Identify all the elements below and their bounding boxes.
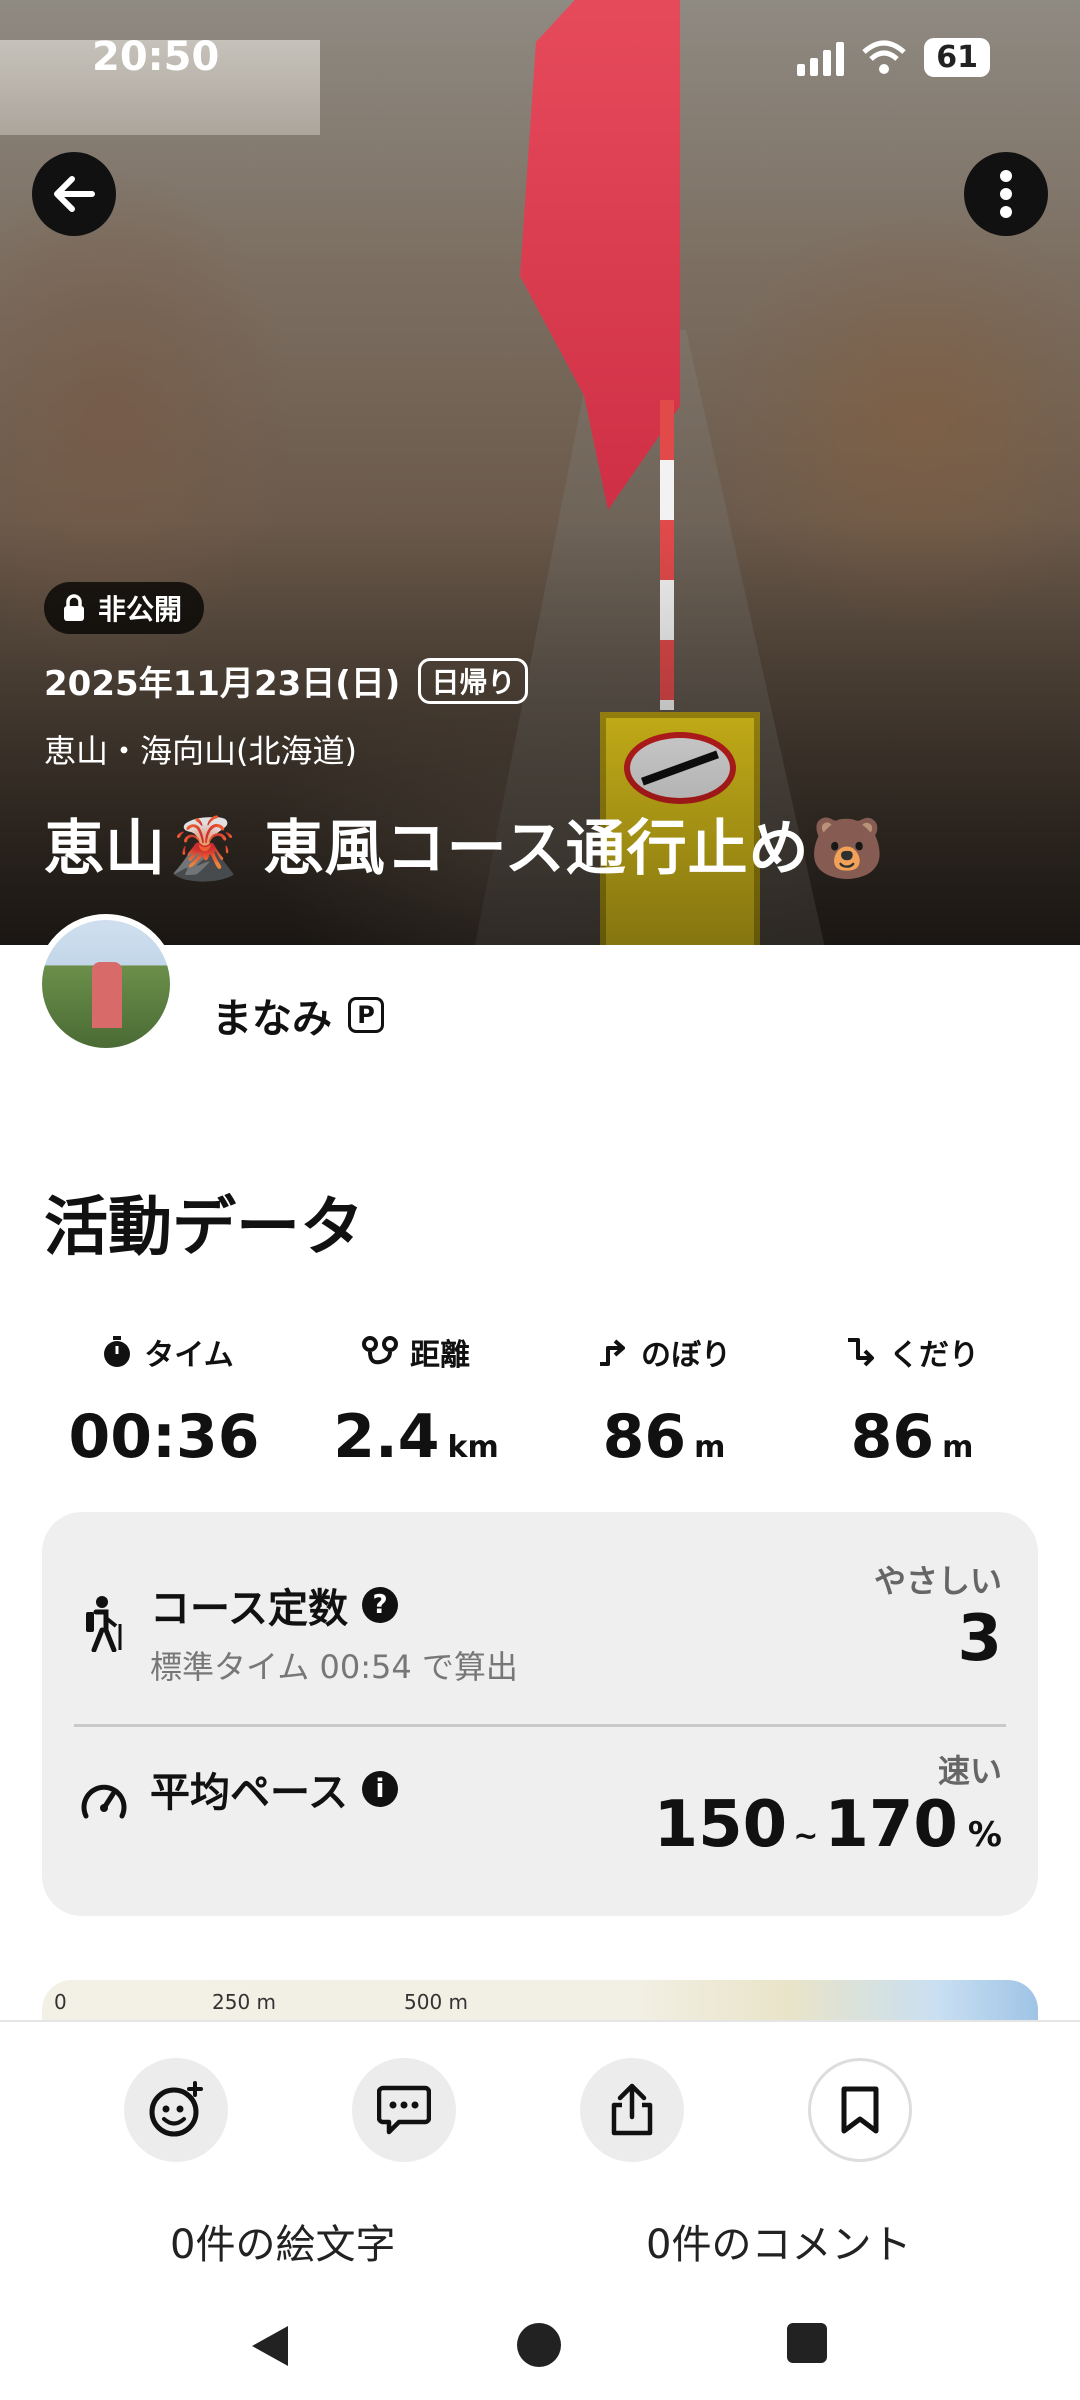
nav-home-icon[interactable] — [516, 2322, 562, 2368]
activity-stats: タイム 00:36 距離 2.4 km のぼり 86 m くだり 86 m — [44, 1330, 1036, 1472]
avg-pace-title: 平均ペース — [150, 1770, 348, 1816]
stat-value: 86 — [850, 1402, 935, 1472]
bottom-action-bar: 0件の絵文字 0件のコメント — [0, 2020, 1080, 2400]
stat-label: のぼり — [641, 1338, 731, 1373]
pace-level: 速い — [937, 1752, 1002, 1790]
stat-descent: くだり 86 m — [788, 1330, 1036, 1472]
user-name-row[interactable]: まなみ P — [212, 986, 384, 1044]
back-button[interactable] — [32, 152, 116, 236]
user-name: まなみ — [212, 996, 332, 1042]
info-icon[interactable]: i — [362, 1771, 398, 1807]
arrow-left-icon — [54, 176, 95, 212]
bookmark-button[interactable] — [808, 2058, 912, 2162]
stat-label: 距離 — [410, 1338, 470, 1373]
mountain-area[interactable]: 恵山・海向山(北海道) — [44, 726, 357, 772]
card-divider — [74, 1724, 1006, 1727]
nav-recents-icon[interactable] — [786, 2322, 828, 2364]
status-time: 20:50 — [92, 34, 220, 80]
stat-label: タイム — [144, 1338, 234, 1373]
battery-icon: 61 — [924, 38, 990, 77]
comment-button[interactable] — [352, 2058, 456, 2162]
hero-flag — [520, 0, 680, 510]
ascent-icon — [600, 1339, 625, 1366]
nav-back-icon[interactable] — [248, 2322, 292, 2370]
share-icon — [611, 2083, 653, 2136]
map-scale-label: 0 — [54, 1990, 67, 2014]
privacy-label: 非公開 — [98, 593, 183, 626]
bookmark-icon — [841, 2086, 879, 2134]
lock-icon — [64, 594, 84, 621]
stat-value: 86 — [602, 1402, 687, 1472]
status-icons: 61 — [797, 38, 990, 77]
stat-label: くだり — [889, 1338, 979, 1373]
stat-distance: 距離 2.4 km — [292, 1330, 540, 1472]
activity-title: 恵山🌋 恵風コース通行止め🐻 — [44, 814, 886, 884]
hiker-icon — [86, 1596, 122, 1652]
privacy-badge: 非公開 — [44, 582, 205, 634]
signal-icon — [797, 40, 845, 76]
stat-value: 00:36 — [68, 1402, 260, 1472]
descent-icon — [848, 1338, 874, 1367]
route-map[interactable]: 0 250 m 500 m — [42, 1980, 1038, 2020]
avg-pace-row[interactable]: 平均ペース i 速い 150 ~170% — [42, 1748, 1038, 1898]
map-scale-label: 500 m — [404, 1990, 469, 2014]
stopwatch-icon — [104, 1336, 131, 1367]
course-stats-card: コース定数 ? 標準タイム 00:54 で算出 やさしい 3 平均ペース i 速… — [42, 1512, 1038, 1916]
section-title: 活動データ — [44, 1191, 364, 1265]
avatar[interactable] — [36, 914, 176, 1054]
map-scale-label: 250 m — [212, 1990, 277, 2014]
difficulty-level: やさしい — [873, 1562, 1002, 1600]
wifi-icon — [862, 40, 906, 74]
more-options-button[interactable] — [964, 152, 1048, 236]
activity-date-row: 2025年11月23日(日) 日帰り — [44, 656, 529, 705]
route-pin-icon — [362, 1336, 398, 1365]
course-constant-title: コース定数 — [150, 1586, 348, 1632]
emoji-add-icon — [149, 2081, 203, 2137]
emoji-count-label[interactable]: 0件の絵文字 — [170, 2212, 395, 2270]
stat-time: タイム 00:36 — [44, 1330, 292, 1472]
avg-pace-value: 150 ~170% — [653, 1788, 1002, 1862]
comment-icon — [377, 2085, 431, 2135]
activity-date: 2025年11月23日(日) — [44, 664, 401, 704]
premium-badge: P — [348, 997, 384, 1033]
course-constant-subtitle: 標準タイム 00:54 で算出 — [150, 1648, 518, 1686]
help-icon[interactable]: ? — [362, 1587, 398, 1623]
comment-count-label[interactable]: 0件のコメント — [646, 2212, 911, 2270]
share-button[interactable] — [580, 2058, 684, 2162]
course-constant-value: 3 — [957, 1602, 1002, 1676]
stat-value: 2.4 — [333, 1402, 440, 1472]
stat-ascent: のぼり 86 m — [540, 1330, 788, 1472]
course-constant-row[interactable]: コース定数 ? 標準タイム 00:54 で算出 やさしい 3 — [42, 1546, 1038, 1696]
speedometer-icon — [81, 1784, 127, 1819]
trip-type-badge: 日帰り — [418, 657, 529, 704]
add-emoji-button[interactable] — [124, 2058, 228, 2162]
more-vertical-icon — [1000, 170, 1012, 218]
